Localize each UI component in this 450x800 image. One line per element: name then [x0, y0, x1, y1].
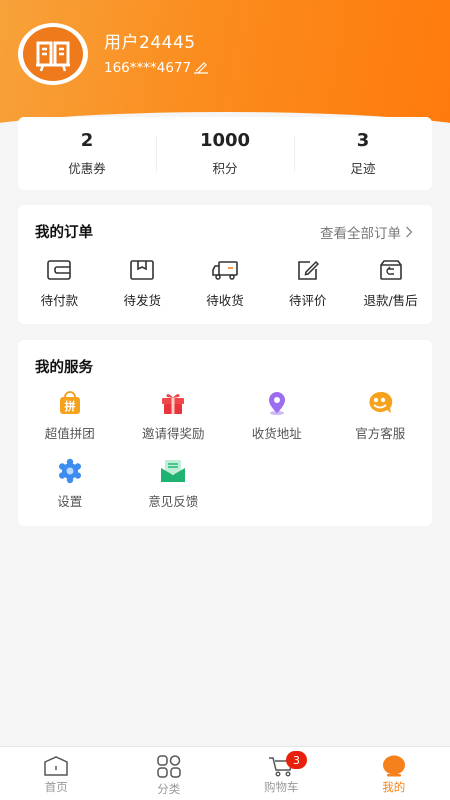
- refund-icon: [379, 260, 402, 280]
- stat-coupons[interactable]: 2 优惠券: [18, 130, 156, 177]
- avatar[interactable]: [18, 23, 88, 85]
- stat-value: 2: [80, 130, 94, 151]
- stat-label: 优惠券: [68, 161, 106, 176]
- service-label: 收货地址: [251, 426, 302, 441]
- shop-logo-icon: [23, 27, 83, 81]
- order-pending-receipt[interactable]: 待收货: [184, 259, 267, 309]
- stat-footprints[interactable]: 3 足迹: [294, 130, 432, 177]
- service-label: 邀请得奖励: [141, 426, 205, 441]
- user-icon: [382, 755, 405, 777]
- stats-card: 2 优惠券 1000 积分 3 足迹: [18, 117, 432, 190]
- stat-value: 1000: [199, 130, 251, 151]
- order-pending-payment[interactable]: 待付款: [18, 259, 101, 309]
- service-invite-reward[interactable]: 邀请得奖励: [122, 390, 226, 442]
- category-grid-icon: [157, 755, 181, 778]
- service-group-buy[interactable]: 拼 超值拼团: [18, 390, 122, 442]
- tab-label: 分类: [157, 782, 181, 796]
- service-address[interactable]: 收货地址: [225, 390, 329, 442]
- service-customer-service[interactable]: 官方客服: [329, 390, 433, 442]
- group-buy-icon-text: 拼: [64, 399, 75, 413]
- feedback-mail-icon: [161, 460, 186, 482]
- customer-service-icon: [369, 391, 393, 413]
- service-feedback[interactable]: 意见反馈: [122, 458, 226, 510]
- service-settings[interactable]: 设置: [18, 458, 122, 510]
- services-title: 我的服务: [35, 360, 93, 376]
- tab-cart[interactable]: 3 购物车: [225, 747, 338, 800]
- chevron-right-icon: [406, 226, 413, 238]
- order-refund-aftersale[interactable]: 退款/售后: [349, 259, 432, 309]
- location-pin-icon: [268, 392, 285, 415]
- orders-card: 我的订单 查看全部订单 待付款 待发货 待收货 待评价 退款/售后: [18, 205, 432, 324]
- orders-title: 我的订单: [35, 225, 93, 241]
- order-label: 待评价: [289, 293, 327, 308]
- edit-review-icon: [297, 260, 319, 280]
- edit-icon[interactable]: [193, 62, 209, 74]
- services-card: 我的服务 拼 超值拼团 邀请得奖励 收货地址 官方客服 设置 意见反馈: [18, 340, 432, 526]
- order-pending-review[interactable]: 待评价: [266, 259, 349, 309]
- truck-icon: [212, 261, 238, 280]
- username: 用户24445: [104, 33, 196, 53]
- package-icon: [130, 260, 154, 280]
- service-label: 官方客服: [355, 426, 406, 441]
- order-label: 待付款: [40, 293, 79, 308]
- group-buy-icon: 拼: [59, 391, 80, 414]
- gear-icon: [58, 458, 81, 484]
- order-label: 待发货: [123, 293, 161, 308]
- stat-value: 3: [356, 130, 370, 151]
- bottom-tab-bar: 首页 分类 3 购物车 我的: [0, 746, 450, 800]
- order-label: 退款/售后: [363, 293, 418, 308]
- cart-badge: 3: [286, 751, 307, 769]
- stat-label: 足迹: [350, 161, 376, 176]
- home-icon: [44, 756, 68, 776]
- view-all-orders-link[interactable]: 查看全部订单: [320, 222, 413, 242]
- tab-label: 首页: [44, 780, 68, 794]
- view-all-label: 查看全部订单: [320, 226, 401, 242]
- tab-home[interactable]: 首页: [0, 747, 113, 800]
- order-label: 待收货: [206, 293, 244, 308]
- phone-number: 166****4677: [104, 60, 192, 76]
- tab-category[interactable]: 分类: [113, 747, 226, 800]
- stat-label: 积分: [212, 161, 238, 176]
- tab-label: 购物车: [264, 780, 299, 794]
- tab-mine[interactable]: 我的: [338, 747, 450, 800]
- phone-row[interactable]: 166****4677: [104, 60, 209, 76]
- stat-points[interactable]: 1000 积分: [156, 130, 294, 177]
- service-label: 超值拼团: [44, 426, 95, 441]
- service-label: 意见反馈: [148, 494, 199, 509]
- service-label: 设置: [57, 494, 83, 509]
- wallet-icon: [47, 260, 72, 280]
- order-pending-shipment[interactable]: 待发货: [101, 259, 184, 309]
- tab-label: 我的: [382, 780, 406, 794]
- gift-icon: [162, 394, 185, 414]
